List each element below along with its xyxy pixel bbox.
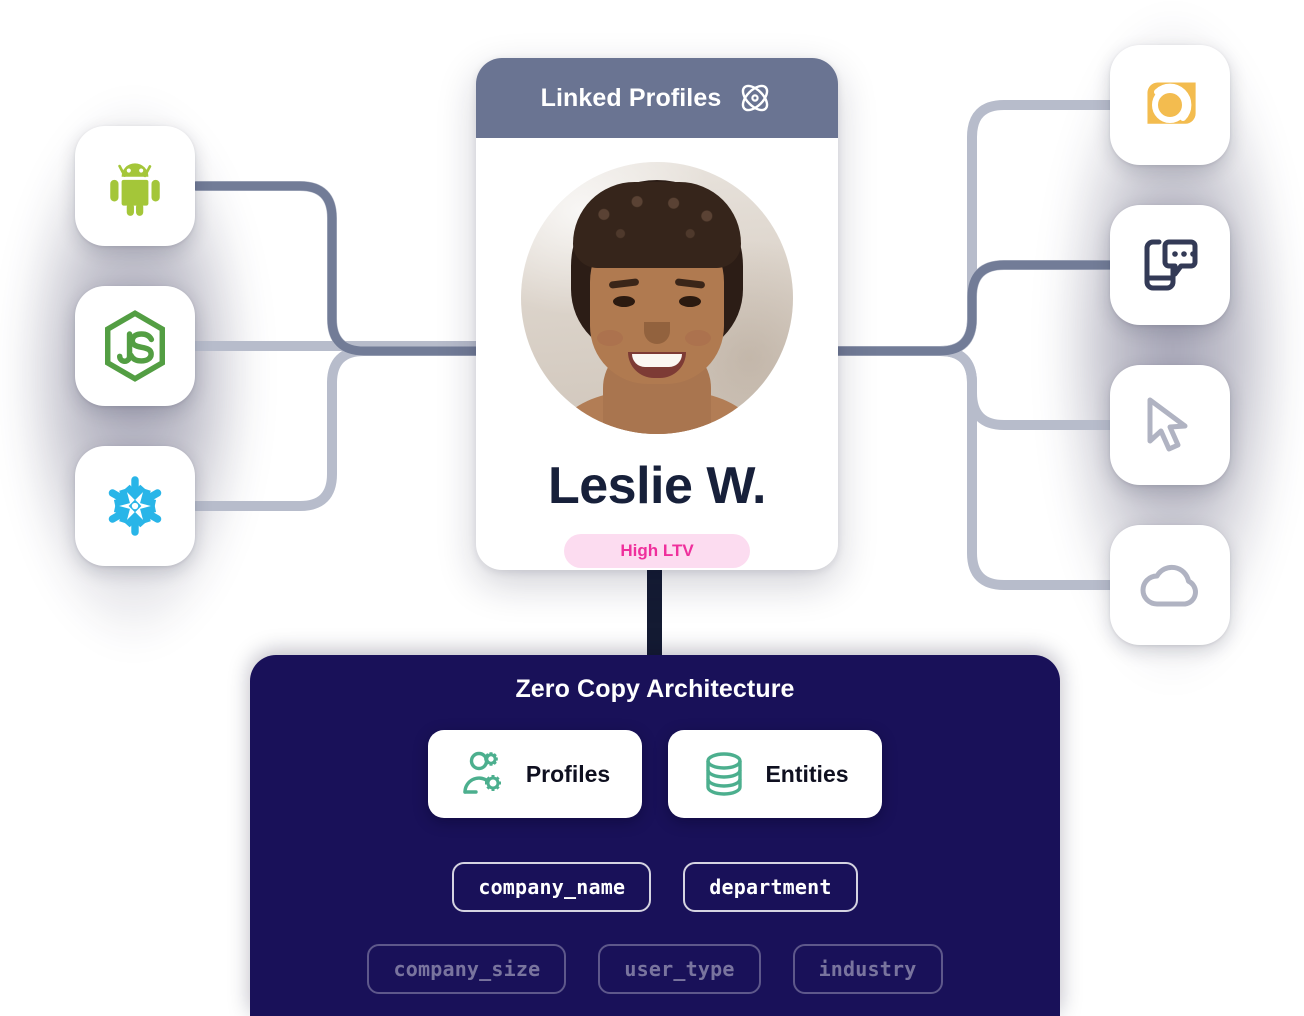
field-chip-department[interactable]: department (683, 862, 858, 912)
database-icon (706, 752, 743, 796)
field-chip-company-size[interactable]: company_size (367, 944, 567, 994)
atom-icon (742, 84, 769, 112)
snowflake-icon (108, 476, 162, 536)
arch-card-label: Profiles (525, 760, 611, 787)
zero-copy-architecture-panel: Zero Copy Architecture Profiles Entities… (250, 655, 1060, 1016)
source-tile-snowflake[interactable] (75, 446, 195, 566)
arch-card-entities[interactable]: Entities (668, 730, 882, 818)
nodejs-icon (105, 310, 165, 382)
avatar (521, 162, 793, 434)
field-chip-industry[interactable]: industry (792, 944, 943, 994)
source-tile-nodejs[interactable] (75, 286, 195, 406)
arch-card-profiles[interactable]: Profiles (428, 730, 642, 818)
arch-card-label: Entities (765, 760, 849, 787)
source-tile-android[interactable] (75, 126, 195, 246)
active-field-chips: company_name department (250, 862, 1060, 912)
diagram-canvas: Linked Profiles Leslie W. High LTV Zero … (0, 0, 1304, 1016)
field-chip-company-name[interactable]: company_name (452, 862, 652, 912)
destination-tile-pointer[interactable] (1110, 365, 1230, 485)
status-badge: High LTV (564, 534, 750, 568)
field-chip-user-type[interactable]: user_type (598, 944, 761, 994)
android-icon (110, 163, 160, 216)
person-gear-icon (463, 751, 501, 794)
phone-chat-icon (1144, 239, 1198, 291)
destination-tile-messaging[interactable] (1110, 205, 1230, 325)
destination-tile-cloud[interactable] (1110, 525, 1230, 645)
architecture-cards: Profiles Entities (250, 730, 1060, 818)
card-body: Leslie W. High LTV (476, 138, 838, 570)
linked-profiles-card: Linked Profiles Leslie W. High LTV (476, 58, 838, 570)
profile-name: Leslie W. (547, 457, 767, 515)
card-header: Linked Profiles (476, 58, 838, 138)
architecture-title: Zero Copy Architecture (515, 675, 795, 703)
cursor-pointer-icon (1147, 397, 1188, 452)
destination-tile-analytics[interactable] (1110, 45, 1230, 165)
card-title: Linked Profiles (540, 83, 722, 112)
cloud-icon (1140, 564, 1198, 607)
inactive-field-chips: company_size user_type industry (250, 944, 1060, 994)
wire-to-architecture (647, 560, 662, 665)
orange-square-circle-icon (1147, 82, 1196, 124)
